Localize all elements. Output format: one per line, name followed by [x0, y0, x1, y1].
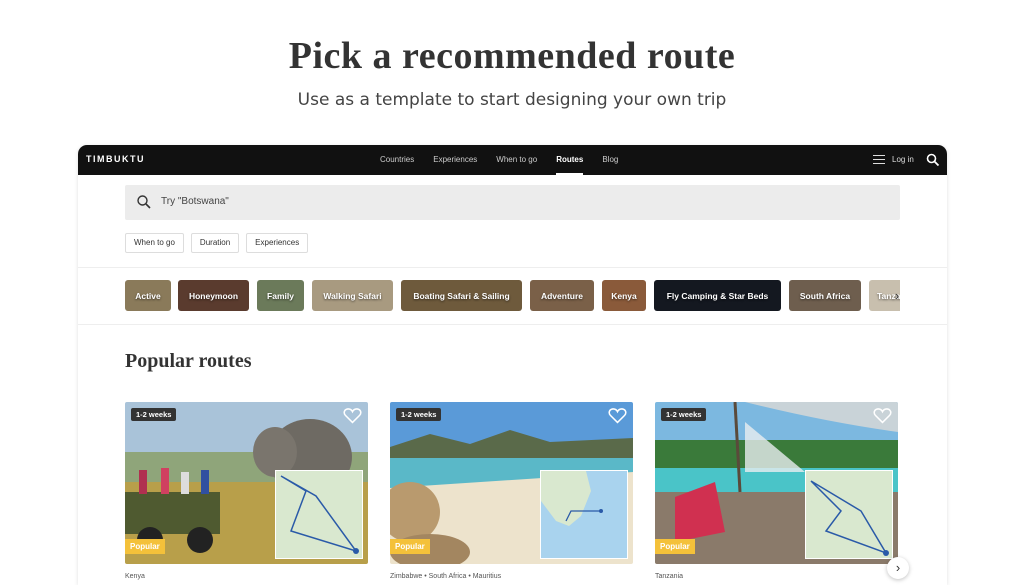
- chip-honeymoon[interactable]: Honeymoon: [178, 280, 249, 311]
- nav-blog[interactable]: Blog: [602, 145, 618, 175]
- route-card[interactable]: 1-2 weeks Popular: [655, 402, 898, 564]
- search-input[interactable]: Try "Botswana": [125, 185, 900, 220]
- nav-links: Countries Experiences When to go Routes …: [380, 145, 618, 175]
- chip-adventure[interactable]: Adventure: [530, 280, 594, 311]
- chip-walking-safari[interactable]: Walking Safari: [312, 280, 393, 311]
- heart-icon[interactable]: [343, 407, 362, 424]
- filter-bar: When to go Duration Experiences: [125, 233, 309, 253]
- search-icon[interactable]: [926, 153, 940, 167]
- popular-badge: Popular: [125, 539, 165, 554]
- hero-title: Pick a recommended route: [288, 35, 736, 77]
- divider: [78, 324, 947, 325]
- nav-countries[interactable]: Countries: [380, 145, 414, 175]
- route-map: [275, 470, 363, 559]
- chip-family[interactable]: Family: [257, 280, 304, 311]
- duration-badge: 1-2 weeks: [661, 408, 707, 421]
- app-window: TIMBUKTU Countries Experiences When to g…: [78, 145, 947, 585]
- section-title: Popular routes: [125, 350, 252, 372]
- logo[interactable]: TIMBUKTU: [86, 154, 145, 164]
- category-chips: Active Honeymoon Family Walking Safari B…: [125, 280, 900, 312]
- duration-badge: 1-2 weeks: [131, 408, 177, 421]
- divider: [78, 267, 947, 268]
- filter-when-to-go[interactable]: When to go: [125, 233, 184, 253]
- route-card[interactable]: 1-2 weeks Popular: [125, 402, 368, 564]
- chevron-right-icon[interactable]: ›: [889, 288, 905, 304]
- filter-experiences[interactable]: Experiences: [246, 233, 309, 253]
- chip-boating-safari[interactable]: Boating Safari & Sailing: [401, 280, 522, 311]
- hamburger-icon[interactable]: [873, 155, 885, 165]
- chip-kenya[interactable]: Kenya: [602, 280, 646, 311]
- hero-subtitle: Use as a template to start designing you…: [297, 90, 727, 110]
- heart-icon[interactable]: [608, 407, 627, 424]
- search-icon: [137, 195, 151, 209]
- top-nav: TIMBUKTU Countries Experiences When to g…: [78, 145, 947, 175]
- popular-badge: Popular: [655, 539, 695, 554]
- login-link[interactable]: Log in: [892, 145, 914, 175]
- nav-routes[interactable]: Routes: [556, 145, 584, 175]
- popular-badge: Popular: [390, 539, 430, 554]
- route-map: [540, 470, 628, 559]
- nav-experiences[interactable]: Experiences: [433, 145, 477, 175]
- chip-active[interactable]: Active: [125, 280, 171, 311]
- nav-when-to-go[interactable]: When to go: [496, 145, 537, 175]
- search-placeholder: Try "Botswana": [161, 196, 229, 207]
- route-map: [805, 470, 893, 559]
- route-countries: Tanzania: [655, 573, 684, 580]
- filter-duration[interactable]: Duration: [190, 233, 240, 253]
- chip-fly-camping[interactable]: Fly Camping & Star Beds: [654, 280, 781, 311]
- route-countries: Kenya: [125, 573, 145, 580]
- heart-icon[interactable]: [873, 407, 892, 424]
- duration-badge: 1-2 weeks: [396, 408, 442, 421]
- route-card[interactable]: 1-2 weeks Popular: [390, 402, 633, 564]
- chip-south-africa[interactable]: South Africa: [789, 280, 861, 311]
- route-countries: Zimbabwe • South Africa • Mauritius: [390, 573, 502, 580]
